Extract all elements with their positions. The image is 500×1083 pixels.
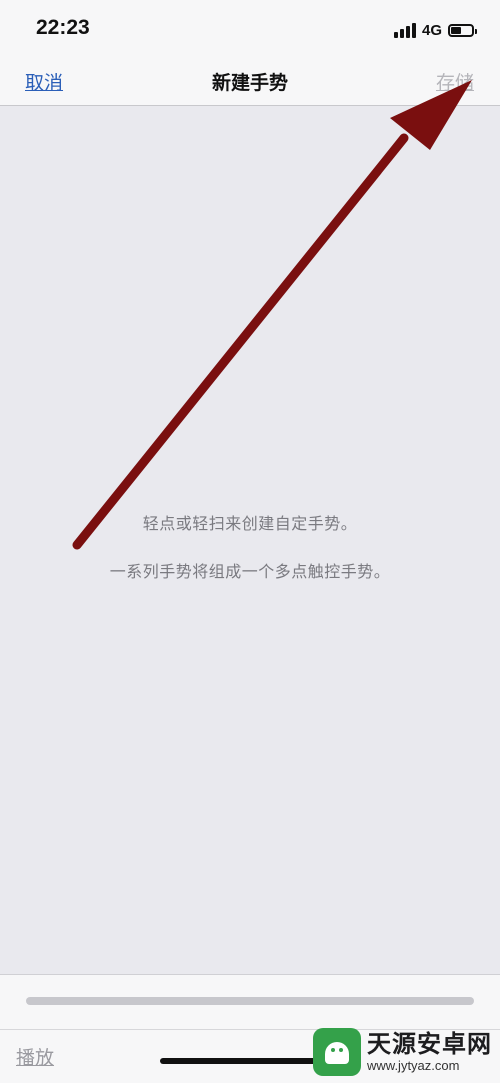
watermark-url: www.jytyaz.com: [367, 1058, 460, 1073]
battery-icon: [448, 23, 477, 37]
gesture-canvas[interactable]: 轻点或轻扫来创建自定手势。 一系列手势将组成一个多点触控手势。: [0, 106, 500, 974]
watermark-name: 天源安卓网: [367, 1030, 492, 1058]
playback-progress[interactable]: [26, 997, 474, 1005]
page-title: 新建手势: [211, 72, 288, 94]
status-bar: 22:23 4G: [0, 0, 500, 58]
android-logo-icon: [313, 1028, 361, 1076]
watermark: 天源安卓网 www.jytyaz.com: [313, 1026, 492, 1078]
status-icons: 4G: [393, 20, 477, 40]
network-label: 4G: [421, 21, 442, 39]
save-button[interactable]: 存储: [436, 68, 474, 95]
status-time: 22:23: [36, 16, 90, 39]
play-button[interactable]: 播放: [16, 1043, 54, 1070]
hint-text-2: 一系列手势将组成一个多点触控手势。: [109, 562, 391, 581]
signal-icon: [393, 22, 416, 38]
nav-bar: 取消 新建手势 存储: [0, 58, 500, 106]
hint-text-1: 轻点或轻扫来创建自定手势。: [142, 514, 358, 533]
